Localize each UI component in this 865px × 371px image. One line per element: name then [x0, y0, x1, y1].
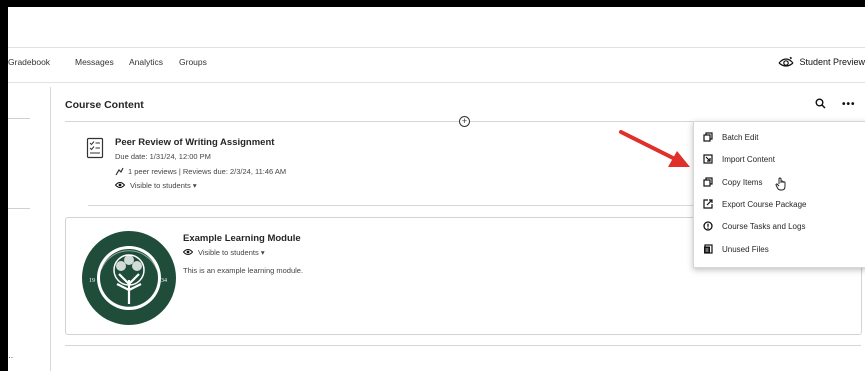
red-arrow-annotation [619, 130, 690, 167]
screenshot-canvas: Gradebook Messages Analytics Groups Stud… [8, 7, 865, 371]
